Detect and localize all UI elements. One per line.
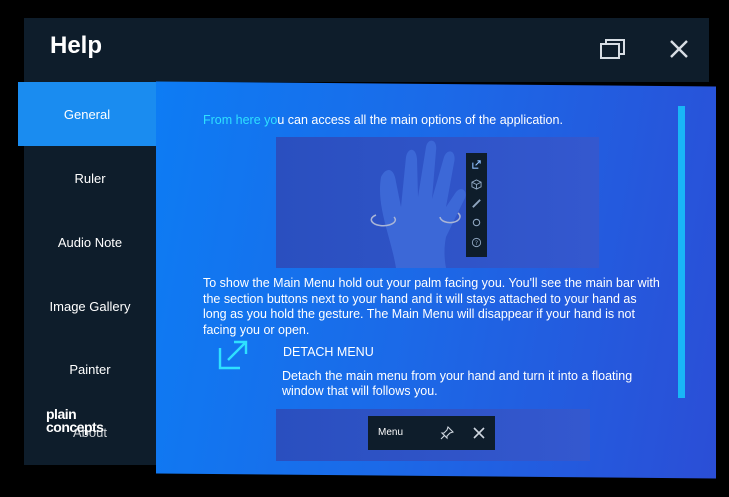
sidebar: General Ruler Audio Note Image Gallery P… (18, 82, 156, 465)
cube-icon (471, 179, 482, 190)
main-menu-description: To show the Main Menu hold out your palm… (203, 276, 660, 337)
detach-icon (472, 160, 481, 169)
hand-illustration (370, 140, 466, 268)
sidebar-item-label: Ruler (74, 170, 106, 186)
pin-icon (440, 426, 454, 440)
help-window: Help General Ruler Audio Note Image Gall… (0, 0, 729, 497)
sidebar-item-label: General (63, 106, 111, 122)
close-icon[interactable] (664, 34, 694, 64)
detached-menu-illustration: Menu (276, 409, 590, 461)
sidebar-item-general[interactable]: General (18, 82, 156, 146)
sidebar-item-audio-note[interactable]: Audio Note (24, 210, 156, 274)
detach-menu-icon (216, 338, 250, 372)
scrollbar[interactable] (678, 106, 685, 398)
help-icon: ? (471, 237, 482, 248)
menu-preview-label: Menu (378, 427, 404, 438)
title-bar: Help (24, 18, 709, 82)
svg-text:?: ? (475, 239, 478, 247)
close-icon (473, 427, 485, 439)
window-title: Help (50, 32, 103, 59)
detach-window-icon[interactable] (598, 34, 628, 64)
sidebar-item-label: Painter (69, 361, 111, 377)
plain-concepts-logo: plain concepts (46, 406, 104, 435)
ruler-icon (472, 199, 481, 208)
sidebar-item-label: Image Gallery (49, 298, 131, 314)
detach-menu-heading: DETACH MENU (283, 345, 374, 359)
detach-menu-description: Detach the main menu from your hand and … (282, 369, 633, 398)
sidebar-item-label: Audio Note (57, 234, 123, 250)
intro-text: From here you can access all the main op… (203, 113, 563, 127)
main-menu-toolbar: ? (466, 153, 487, 257)
sidebar-item-image-gallery[interactable]: Image Gallery (24, 274, 156, 338)
sidebar-item-ruler[interactable]: Ruler (24, 146, 156, 210)
settings-icon (472, 218, 481, 227)
main-menu-illustration: ? (276, 137, 599, 268)
detached-menu-preview: Menu (368, 416, 495, 450)
sidebar-item-painter[interactable]: Painter (24, 337, 156, 401)
